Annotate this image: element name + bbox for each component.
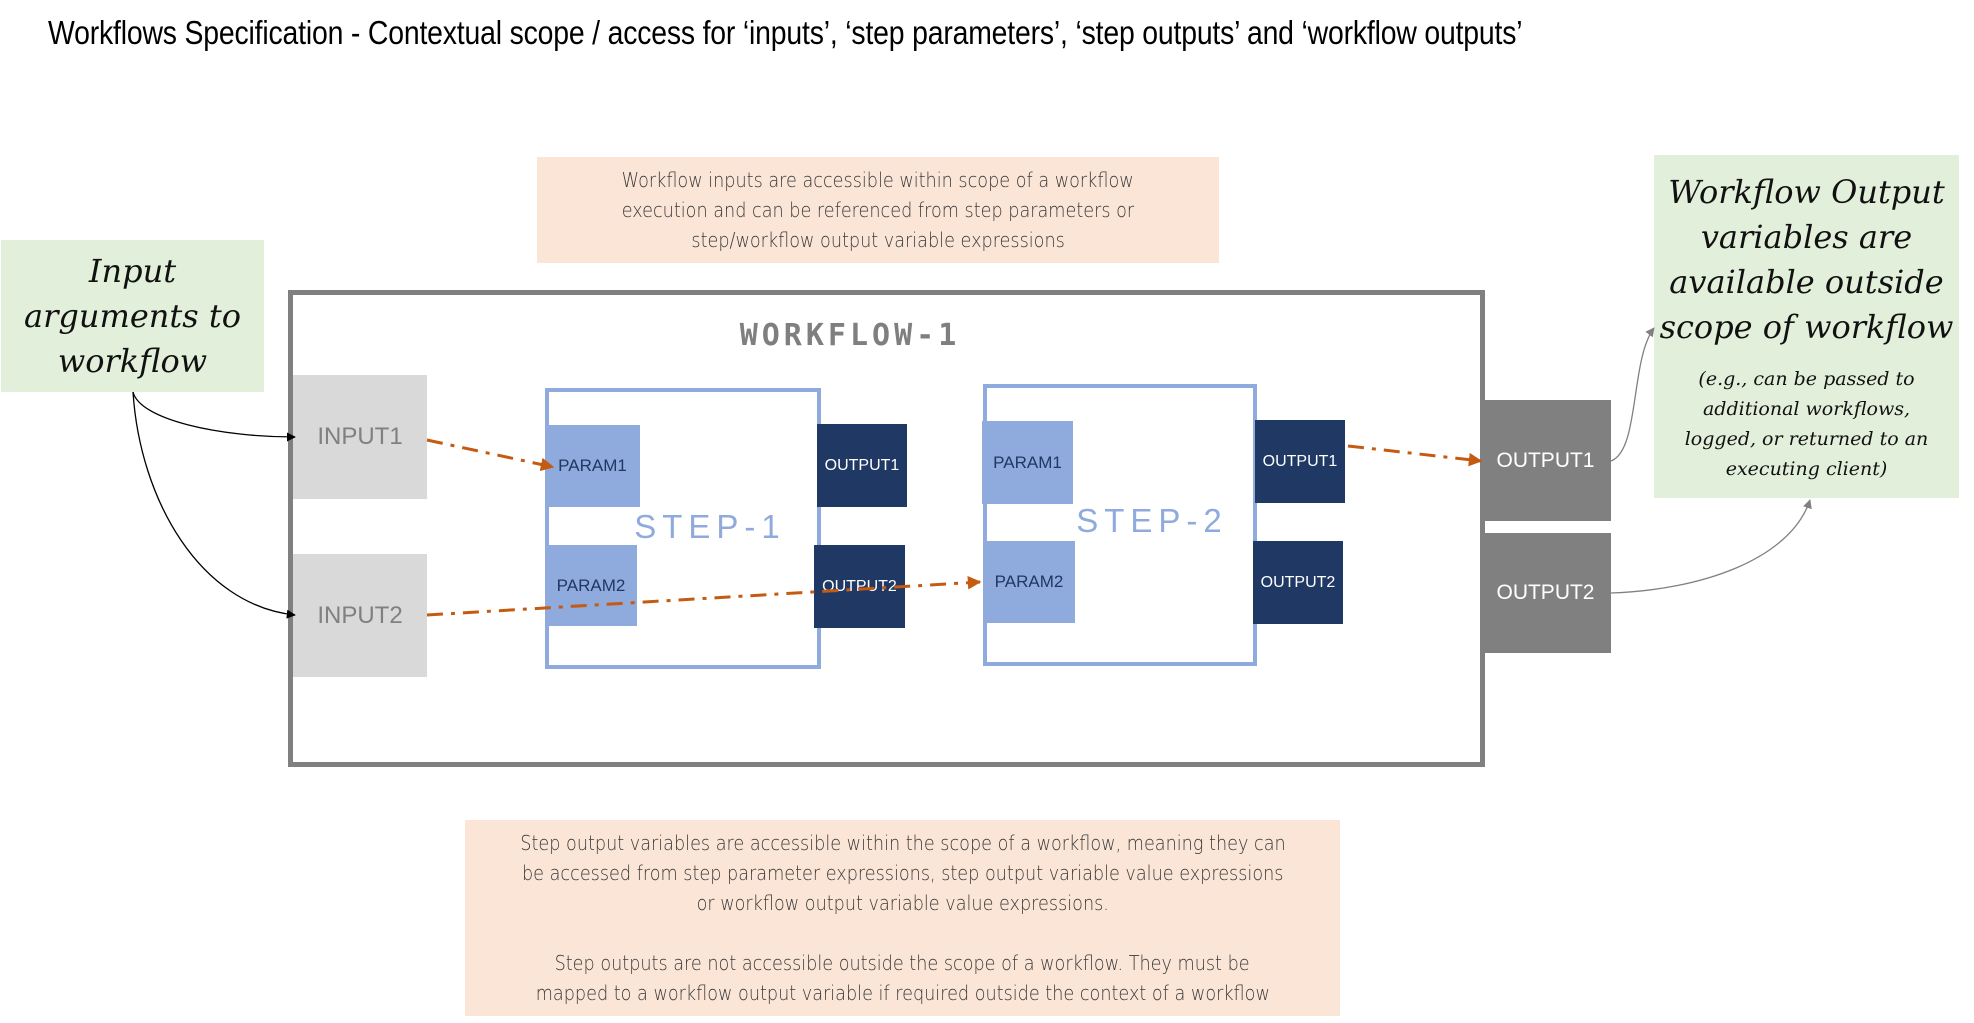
output-label: OUTPUT2 <box>1260 573 1336 591</box>
note-line: or workflow output variable value expres… <box>696 891 1109 915</box>
input-label: INPUT2 <box>317 601 403 629</box>
note-line: Step outputs are not accessible outside … <box>554 951 1251 975</box>
callout-detail-line: logged, or returned to an <box>1684 427 1929 450</box>
step-outputs-scope-note: Step output variables are accessible wit… <box>465 820 1340 1016</box>
output-label: OUTPUT1 <box>1496 448 1595 472</box>
connector-wf-output2-to-callout <box>1610 499 1812 594</box>
callout-detail-line: executing client) <box>1725 457 1888 480</box>
callout-line: workflow <box>57 341 208 380</box>
callout-line: arguments to <box>24 296 241 335</box>
callout-detail-line: (e.g., can be passed to <box>1698 367 1915 390</box>
note-line: Step output variables are accessible wit… <box>519 831 1286 855</box>
callout-line: variables are <box>1700 217 1913 256</box>
step-1-output-1[interactable]: OUTPUT1 <box>817 424 907 507</box>
note-line: be accessed from step parameter expressi… <box>521 861 1284 885</box>
connector-wf-output1-to-callout <box>1610 327 1655 462</box>
note-line: Workflow inputs are accessible within sc… <box>621 168 1135 192</box>
step-1-param-1[interactable]: PARAM1 <box>545 425 640 507</box>
param-label: PARAM2 <box>994 572 1064 591</box>
callout-detail-line: additional workflows, <box>1702 397 1911 420</box>
step-2-output-1[interactable]: OUTPUT1 <box>1255 420 1345 503</box>
connector-args-to-input1 <box>132 391 296 442</box>
param-label: PARAM1 <box>558 456 627 475</box>
workflow-container <box>288 290 1485 767</box>
output-label: OUTPUT2 <box>822 577 897 595</box>
note-line: mapped to a workflow output variable if … <box>535 981 1270 1005</box>
note-line: execution and can be referenced from ste… <box>621 198 1135 222</box>
connector-args-to-input2 <box>132 391 296 619</box>
output-label: OUTPUT1 <box>824 456 900 474</box>
note-line: step/workflow output variable expression… <box>691 228 1065 252</box>
workflow-label: WORKFLOW-1 <box>739 318 961 353</box>
input-arguments-callout: Input arguments to workflow <box>1 240 264 392</box>
inputs-scope-note: Workflow inputs are accessible within sc… <box>537 157 1219 263</box>
page-title: Workflows Specification - Contextual sco… <box>48 14 1523 51</box>
step-2-label: STEP-2 <box>1076 502 1228 539</box>
param-label: PARAM2 <box>556 575 626 595</box>
step-1-output-2[interactable]: OUTPUT2 <box>814 545 905 628</box>
workflow-outputs-callout: Workflow Output variables are available … <box>1654 155 1959 498</box>
callout-line: Workflow Output <box>1668 172 1945 211</box>
callout-line: scope of workflow <box>1659 307 1954 346</box>
step-1-param-2[interactable]: PARAM2 <box>545 545 637 626</box>
step-2-param-2[interactable]: PARAM2 <box>983 541 1075 623</box>
step-2-param-1[interactable]: PARAM1 <box>982 421 1073 504</box>
workflow-input-1[interactable]: INPUT1 <box>293 375 427 499</box>
output-label: OUTPUT2 <box>1496 581 1595 604</box>
callout-line: Input <box>88 251 177 290</box>
step-2-output-2[interactable]: OUTPUT2 <box>1253 541 1343 624</box>
param-label: PARAM1 <box>993 452 1062 472</box>
workflow-output-2[interactable]: OUTPUT2 <box>1480 533 1611 653</box>
step-1-label: STEP-1 <box>634 508 786 545</box>
input-label: INPUT1 <box>317 423 403 450</box>
workflow-input-2[interactable]: INPUT2 <box>293 554 427 677</box>
callout-line: available outside <box>1669 262 1944 301</box>
workflow-output-1[interactable]: OUTPUT1 <box>1480 400 1611 521</box>
output-label: OUTPUT1 <box>1262 452 1338 470</box>
